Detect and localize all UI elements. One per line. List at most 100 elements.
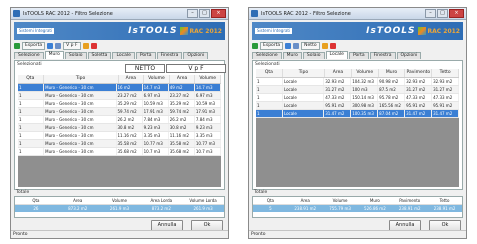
table-cell: 35.58 m2: [169, 140, 195, 147]
totals-qta: 5: [269, 206, 272, 211]
tab-porta[interactable]: Porta: [348, 52, 369, 59]
brand-banner: Sistemi Integrati IsTOOLS RAC 2012: [252, 22, 463, 40]
tab-muro[interactable]: Muro: [282, 52, 302, 59]
company-logo: Sistemi Integrati: [255, 28, 293, 34]
tab-finestra[interactable]: Finestra: [369, 52, 396, 59]
table-row[interactable]: 1 Muro - Generico - 30 cm 35.29 m2 10.59 m3…: [18, 100, 221, 108]
table-cell: 104.32 m3: [351, 78, 379, 85]
table-cell: Locale: [283, 110, 325, 117]
table-cell: 1: [18, 124, 45, 131]
table-cell: 100 m3: [351, 86, 379, 93]
minimize-button[interactable]: –: [187, 9, 198, 18]
col-tetto[interactable]: Tetto: [432, 69, 460, 77]
company-logo: Sistemi Integrati: [17, 28, 55, 34]
col-pavimento[interactable]: Pavimento: [405, 69, 433, 77]
settings-icon[interactable]: [82, 43, 89, 49]
view-icon[interactable]: [285, 43, 292, 49]
totals-col-qta: Qta: [32, 198, 40, 203]
tab-porta[interactable]: Porta: [135, 52, 156, 59]
filter-icon[interactable]: [293, 43, 300, 49]
table-cell: 31.47 m2: [324, 110, 352, 117]
table-row[interactable]: 1 Locale 47.33 m2 150.14 m3 95.78 m2 47.33 m2…: [256, 94, 460, 102]
table-cell: 26.2 m2: [117, 116, 143, 123]
col-area[interactable]: Area: [119, 75, 145, 83]
export-button[interactable]: Esporta: [22, 42, 46, 50]
tab-strip: Selezione Muro Solaio Soletta Locale Por…: [11, 51, 228, 59]
table-row[interactable]: 1 Muro - Generico - 30 cm 26.2 m2 7.84 m3 26…: [18, 116, 221, 124]
table-row[interactable]: 1 Locale 31.27 m2 100 m3 87.5 m2 31.27 m2 31.2…: [256, 86, 460, 94]
table-cell: 23.27 m2: [117, 92, 143, 99]
table-row[interactable]: 1 Muro - Generico - 30 cm 59.74 m2 17.91 m3…: [18, 108, 221, 116]
col-tipo[interactable]: Tipo: [283, 69, 326, 77]
delete-icon[interactable]: [90, 43, 97, 49]
table-cell: 87.04 m2: [378, 110, 406, 117]
table-cell: 30.8 m2: [117, 124, 143, 131]
col-muro[interactable]: Muro: [379, 69, 406, 77]
table-cell: 10.59 m3: [195, 100, 221, 107]
status-bar: Pronto: [249, 230, 466, 238]
table-cell: 165.56 m2: [378, 102, 406, 109]
col-volume[interactable]: Volume: [144, 75, 170, 83]
table-row[interactable]: 1 Locale 95.91 m2 300.98 m3 165.56 m2 95.91 m…: [256, 102, 460, 110]
col-qta[interactable]: Qta: [256, 69, 283, 77]
left-dialog-window: IsTOOLS RAC 2012 - Filtro Selezione – □ …: [10, 7, 229, 239]
table-cell: 31.27 m2: [405, 86, 433, 93]
table-row[interactable]: 1 Locale 32.93 m2 104.32 m3 90.98 m2 32.93 m2…: [256, 78, 460, 86]
tab-locale[interactable]: Locale: [112, 52, 135, 59]
tab-soletta[interactable]: Soletta: [87, 52, 112, 59]
col-qta[interactable]: Qta: [18, 75, 44, 83]
table-row[interactable]: 1 Muro - Generico - 30 cm 30.8 m2 9.23 m3 30…: [18, 124, 221, 132]
filter-icon[interactable]: [55, 43, 62, 49]
table-cell: 26.2 m2: [169, 116, 195, 123]
tab-finestra[interactable]: Finestra: [156, 52, 183, 59]
selection-grid-panel: Selezionati NETTO V p F Qta Tipo Area Vo…: [14, 60, 226, 190]
col-area[interactable]: Area: [325, 69, 352, 77]
table-cell: 87.5 m2: [378, 86, 406, 93]
delete-icon[interactable]: [329, 43, 336, 49]
toolbar: Esporta V p F: [11, 41, 228, 51]
netto-toggle-button[interactable]: Netto: [301, 42, 320, 50]
tab-muro[interactable]: Muro: [44, 51, 64, 59]
col-tipo[interactable]: Tipo: [44, 75, 119, 83]
tab-solaio[interactable]: Solaio: [64, 52, 87, 59]
col-area-vpf[interactable]: Area: [170, 75, 196, 83]
table-cell: 1: [18, 148, 45, 155]
close-button[interactable]: ×: [211, 9, 226, 18]
settings-icon[interactable]: [321, 43, 328, 49]
table-row[interactable]: 1 Muro - Generico - 30 cm 16 m2 14.7 m3 49 m…: [18, 84, 221, 92]
table-row[interactable]: 1 Muro - Generico - 30 cm 11.16 m2 3.35 m3 1…: [18, 132, 221, 140]
tab-selezione[interactable]: Selezione: [252, 52, 282, 59]
tab-selezione[interactable]: Selezione: [14, 52, 44, 59]
totals-col-area: Area: [73, 198, 83, 203]
table-row[interactable]: 1 Muro - Generico - 30 cm 35.68 m2 10.7 m3 3…: [18, 148, 221, 156]
table-cell: Locale: [283, 86, 325, 93]
tab-opzioni[interactable]: Opzioni: [183, 52, 209, 59]
table-cell: 90.98 m2: [378, 78, 406, 85]
table-cell: Muro - Generico - 30 cm: [44, 108, 117, 115]
table-cell: 1: [256, 94, 283, 101]
netto-group-header: NETTO: [125, 64, 165, 73]
table-cell: 17.91 m3: [195, 108, 221, 115]
col-volume-vpf[interactable]: Volume: [195, 75, 221, 83]
table-row[interactable]: 1 Locale 31.47 m2 100.35 m3 87.04 m2 31.47 m2…: [256, 110, 460, 118]
grid-body: 1 Muro - Generico - 30 cm 16 m2 14.7 m3 49 m…: [18, 84, 221, 187]
table-cell: 1: [256, 110, 283, 117]
maximize-button[interactable]: □: [437, 9, 448, 18]
col-volume[interactable]: Volume: [352, 69, 379, 77]
table-cell: 1: [18, 140, 45, 147]
totals-panel: Qta Area Volume Muro Pavimento Tetto 5 2…: [252, 196, 463, 218]
table-row[interactable]: 1 Muro - Generico - 30 cm 23.27 m2 6.97 m3 2…: [18, 92, 221, 100]
tab-locale[interactable]: Locale: [325, 51, 348, 59]
maximize-button[interactable]: □: [199, 9, 210, 18]
table-cell: 14.7 m3: [195, 84, 221, 91]
tab-solaio[interactable]: Solaio: [302, 52, 325, 59]
totals-col-volume: Volume: [332, 198, 348, 203]
table-cell: 35.29 m2: [117, 100, 143, 107]
vp-toggle-button[interactable]: V p F: [63, 42, 81, 50]
close-button[interactable]: ×: [449, 9, 464, 18]
tab-opzioni[interactable]: Opzioni: [396, 52, 422, 59]
export-button[interactable]: Esporta: [260, 42, 284, 50]
table-row[interactable]: 1 Muro - Generico - 30 cm 35.58 m2 10.77 m3…: [18, 140, 221, 148]
view-icon[interactable]: [47, 43, 54, 49]
minimize-button[interactable]: –: [425, 9, 436, 18]
